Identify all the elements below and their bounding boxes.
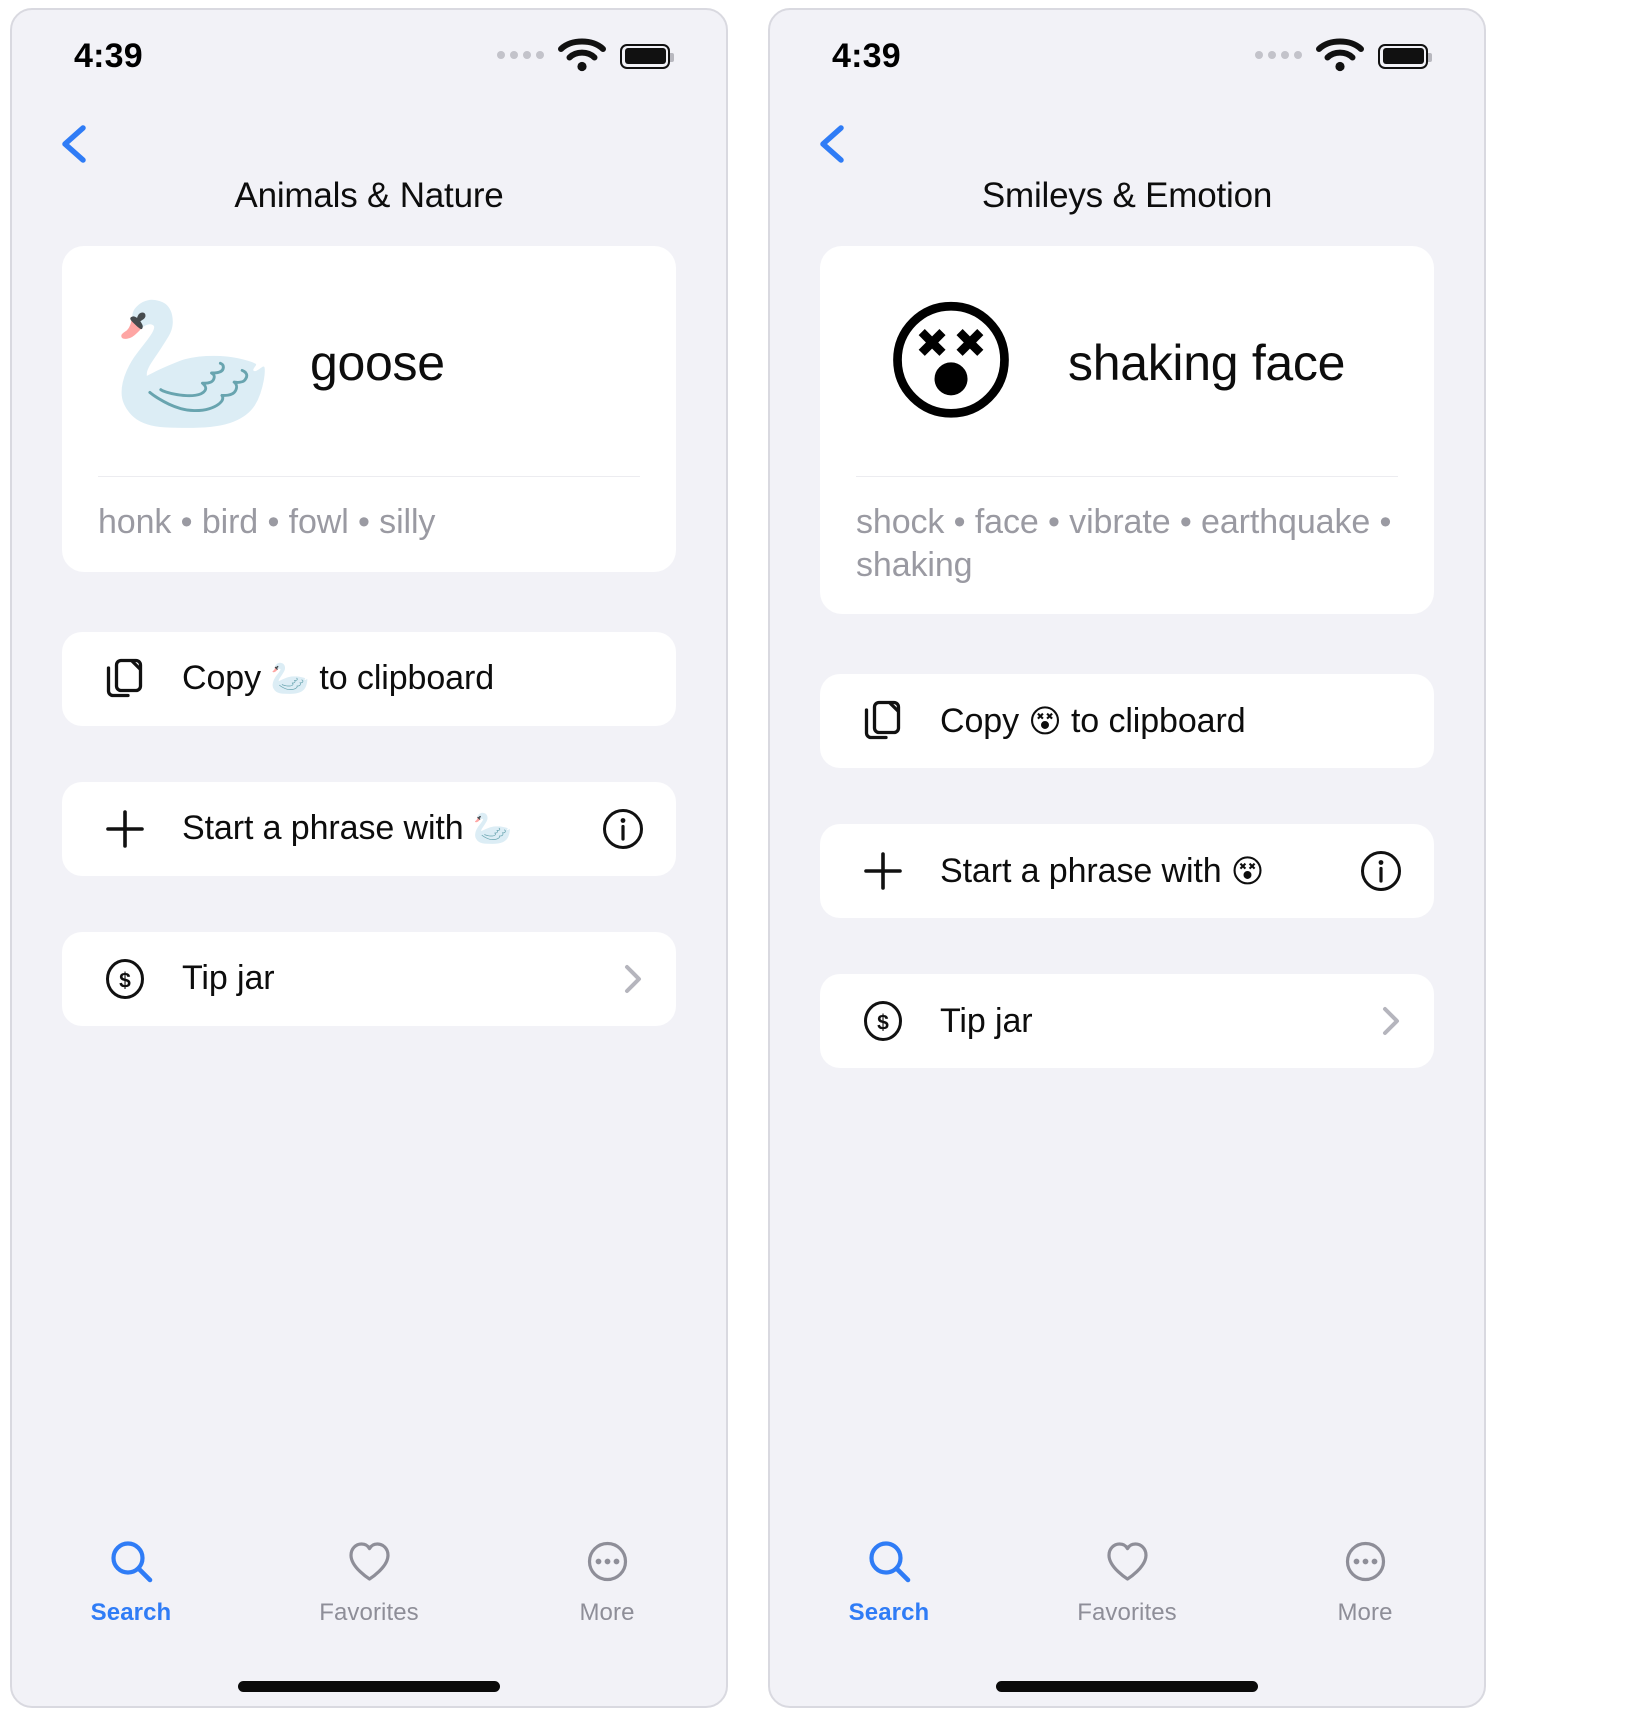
action-emoji: 🦢 <box>270 659 311 697</box>
emoji-detail-card: 🦢 goose honk • bird • fowl • silly <box>62 246 676 572</box>
action-emoji: 😵 <box>1028 701 1062 740</box>
action-label-3: Tip jar <box>182 959 622 998</box>
home-indicator <box>12 1666 726 1706</box>
action-label-3: Tip jar <box>940 1002 1380 1041</box>
tab-favorites[interactable]: Favorites <box>1008 1538 1246 1627</box>
tab-label: More <box>579 1599 635 1626</box>
dollar-circle-icon: $ <box>860 1000 906 1042</box>
action-label-suffix: to clipboard <box>310 659 495 697</box>
status-clock: 4:39 <box>832 36 901 75</box>
tip-jar-button[interactable]: $ Tip jar <box>820 974 1434 1068</box>
tab-label: Search <box>848 1599 930 1626</box>
tab-label: Favorites <box>1077 1599 1177 1626</box>
plus-icon <box>102 806 148 852</box>
home-indicator <box>770 1666 1484 1706</box>
status-clock: 4:39 <box>74 36 143 75</box>
tab-bar: Search Favorites More <box>12 1516 726 1666</box>
status-bar: 4:39 <box>12 10 726 102</box>
tip-jar-button[interactable]: $ Tip jar <box>62 931 676 1026</box>
emoji-keywords: shock • face • vibrate • earthquake • sh… <box>856 503 1392 584</box>
emoji-detail-card: 😵 shaking face shock • face • vibrate • ea… <box>820 246 1434 614</box>
action-label-prefix: Copy <box>940 701 1029 740</box>
tab-favorites[interactable]: Favorites <box>250 1538 488 1627</box>
navigation-bar: Animals & Nature <box>12 102 726 220</box>
info-circle-icon[interactable] <box>1360 850 1402 892</box>
screenshot-stage: 4:39 Animals & Nature 🦢 goose honk • bird • … <box>0 0 1640 1718</box>
svg-text:$: $ <box>119 969 131 992</box>
tab-search[interactable]: Search <box>12 1538 250 1627</box>
back-button[interactable] <box>796 110 868 182</box>
emoji-keywords: honk • bird • fowl • silly <box>98 503 436 541</box>
emoji-name: shaking face <box>1068 335 1346 391</box>
phone-screen-1: 4:39 Animals & Nature 🦢 goose honk • bird • … <box>10 8 728 1708</box>
plus-icon <box>860 848 906 894</box>
action-label-1: Copy 😵 to clipboard <box>940 702 1402 741</box>
emoji-name: goose <box>310 335 445 391</box>
action-label-suffix: to clipboard <box>1061 701 1246 740</box>
start-phrase-button[interactable]: Start a phrase with 😵 <box>820 824 1434 918</box>
tab-more[interactable]: More <box>488 1538 726 1627</box>
tab-bar: Search Favorites More <box>770 1516 1484 1666</box>
chevron-left-icon <box>815 124 849 169</box>
tab-search[interactable]: Search <box>770 1538 1008 1627</box>
battery-icon <box>1378 43 1432 69</box>
dollar-circle-icon: $ <box>102 958 148 1000</box>
ellipsis-circle-icon <box>584 1538 631 1590</box>
copy-to-clipboard-button[interactable]: Copy 🦢 to clipboard <box>62 631 676 726</box>
status-bar: 4:39 <box>770 10 1484 102</box>
copy-icon <box>860 698 906 744</box>
ellipsis-circle-icon <box>1342 1538 1389 1590</box>
tab-more[interactable]: More <box>1246 1538 1484 1627</box>
wifi-icon <box>557 35 607 78</box>
page-title: Smileys & Emotion <box>981 176 1273 215</box>
battery-icon <box>620 43 674 69</box>
svg-text:$: $ <box>877 1012 889 1035</box>
chevron-left-icon <box>57 124 91 169</box>
action-emoji: 🦢 <box>472 809 513 847</box>
action-label-prefix: Tip jar <box>182 959 275 997</box>
action-label-2: Start a phrase with 🦢 <box>182 809 602 848</box>
page-title: Animals & Nature <box>234 176 504 215</box>
action-label-prefix: Copy <box>182 659 271 697</box>
emoji-header-row: 🦢 goose <box>62 246 676 476</box>
action-label-prefix: Start a phrase with <box>940 851 1231 890</box>
content-area: 🦢 goose honk • bird • fowl • silly Copy 🦢 t… <box>12 220 726 1516</box>
wifi-icon <box>1315 35 1365 78</box>
emoji-glyph: 🦢 <box>110 286 276 440</box>
cellular-dots-icon <box>1255 51 1302 59</box>
chevron-right-icon[interactable] <box>622 963 644 995</box>
content-area: 😵 shaking face shock • face • vibrate • ea… <box>770 220 1484 1516</box>
cellular-dots-icon <box>497 51 544 59</box>
action-label-2: Start a phrase with 😵 <box>940 852 1360 891</box>
phone-screen-2: 4:39 Smileys & Emotion 😵 shaking face shock … <box>768 8 1486 1708</box>
heart-icon <box>346 1538 393 1590</box>
action-label-prefix: Start a phrase with <box>182 809 473 847</box>
start-phrase-button[interactable]: Start a phrase with 🦢 <box>62 781 676 876</box>
back-button[interactable] <box>38 110 110 182</box>
heart-icon <box>1104 1538 1151 1590</box>
emoji-glyph: 😵 <box>882 286 1020 440</box>
action-emoji: 😵 <box>1230 851 1265 890</box>
status-indicators <box>1255 35 1432 78</box>
status-indicators <box>497 35 674 78</box>
tab-label: More <box>1337 1599 1393 1626</box>
action-label-1: Copy 🦢 to clipboard <box>182 659 644 698</box>
copy-icon <box>102 656 148 702</box>
search-icon <box>108 1538 155 1590</box>
chevron-right-icon[interactable] <box>1380 1005 1402 1037</box>
navigation-bar: Smileys & Emotion <box>770 102 1484 220</box>
info-circle-icon[interactable] <box>602 808 644 850</box>
emoji-header-row: 😵 shaking face <box>820 246 1434 476</box>
action-label-prefix: Tip jar <box>940 1001 1033 1040</box>
tab-label: Favorites <box>319 1599 419 1626</box>
tab-label: Search <box>90 1599 172 1626</box>
copy-to-clipboard-button[interactable]: Copy 😵 to clipboard <box>820 674 1434 768</box>
search-icon <box>866 1538 913 1590</box>
